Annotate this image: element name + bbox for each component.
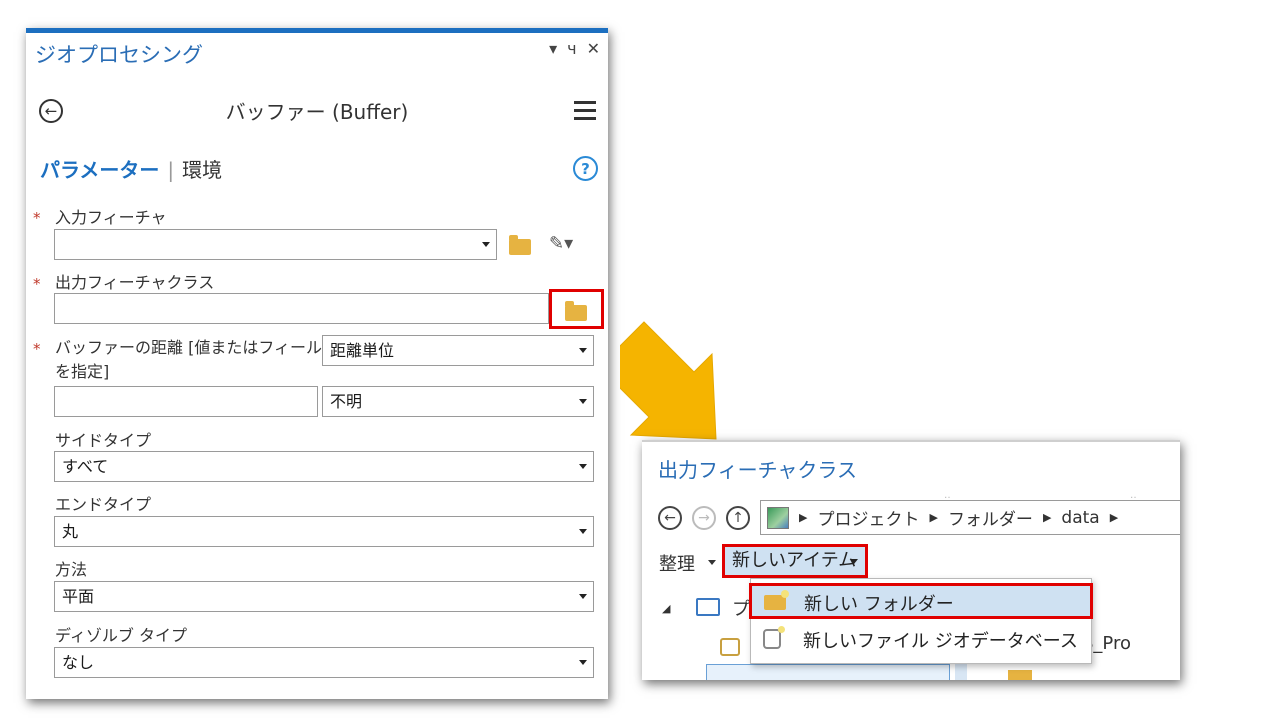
breadcrumb-item[interactable]: フォルダー <box>948 505 1033 530</box>
required-marker: * <box>33 275 41 293</box>
pin-icon[interactable]: ч <box>567 39 576 58</box>
parameter-tabs: パラメーター | 環境 <box>40 154 222 183</box>
tab-parameters[interactable]: パラメーター <box>40 158 159 182</box>
tree-item-project[interactable]: プ <box>732 595 750 621</box>
collapse-icon[interactable]: ◢ <box>662 602 670 615</box>
new-item-label: 新しいアイテム <box>732 550 857 571</box>
breadcrumb[interactable]: ▶ プロジェクト ▶ フォルダー ▶ data ▶ <box>760 500 1180 535</box>
menu-item-new-folder[interactable]: 新しい フォルダー <box>749 583 1093 619</box>
chevron-down-icon <box>579 594 587 599</box>
browse-folder-icon[interactable] <box>509 235 531 255</box>
browse-output-folder-icon[interactable] <box>565 301 587 321</box>
up-icon[interactable]: ↑ <box>726 506 750 530</box>
pane-title: ジオプロセシング <box>35 43 203 67</box>
tool-title: バッファー (Buffer) <box>225 100 409 124</box>
dissolve-type-label: ディゾルブ タイプ <box>55 626 187 645</box>
end-type-dropdown[interactable]: 丸 <box>54 516 594 547</box>
geoprocessing-pane: ジオプロセシング ▾ ч ✕ ← バッファー (Buffer) パラメーター | 環… <box>26 28 608 699</box>
open-folder-icon <box>696 598 720 616</box>
forward-icon[interactable]: → <box>692 506 716 530</box>
menu-item-label: 新しいファイル ジオデータベース <box>803 631 1078 652</box>
output-feature-class-input[interactable] <box>54 293 549 324</box>
chevron-down-icon <box>579 464 587 469</box>
tab-environments[interactable]: 環境 <box>182 158 222 182</box>
side-type-label: サイドタイプ <box>55 431 152 450</box>
pane-options-dropdown-icon[interactable]: ▾ <box>549 39 557 58</box>
chevron-down-icon <box>708 560 716 565</box>
chevron-down-icon <box>850 559 858 564</box>
menu-item-new-file-geodatabase[interactable]: 新しいファイル ジオデータベース <box>751 621 1091 657</box>
close-icon[interactable]: ✕ <box>587 39 600 58</box>
pointer-arrow-icon <box>620 321 717 440</box>
tab-separator: | <box>167 158 175 182</box>
new-folder-icon <box>764 590 789 610</box>
required-marker: * <box>33 340 41 358</box>
side-type-dropdown[interactable]: すべて <box>54 451 594 482</box>
breadcrumb-item[interactable]: data <box>1061 508 1099 528</box>
new-item-button[interactable]: 新しいアイテム <box>722 544 868 578</box>
end-type-label: エンドタイプ <box>55 495 152 514</box>
menu-item-label: 新しい フォルダー <box>804 594 954 615</box>
organize-button[interactable]: 整理 <box>659 550 695 576</box>
method-dropdown[interactable]: 平面 <box>54 581 594 612</box>
required-marker: * <box>33 209 41 227</box>
buffer-distance-label: バッファーの距離 [値またはフィールド <box>55 338 339 357</box>
output-feature-class-dialog: 出力フィーチャクラス ‥ ‥ ← → ↑ ▶ プロジェクト ▶ フォルダー ▶ … <box>642 440 1180 680</box>
pane-controls: ▾ ч ✕ <box>549 39 600 58</box>
chevron-down-icon <box>579 529 587 534</box>
new-geodatabase-icon <box>763 626 785 649</box>
distance-unit-dropdown[interactable]: 不明 <box>322 386 594 417</box>
folder-icon <box>1008 670 1032 680</box>
breadcrumb-separator-icon: ▶ <box>1042 511 1052 524</box>
back-icon[interactable]: ← <box>658 506 682 530</box>
edit-pencil-icon[interactable]: ✎▾ <box>549 233 573 254</box>
chevron-down-icon <box>482 242 490 247</box>
dialog-title: 出力フィーチャクラス <box>658 458 857 482</box>
output-feature-class-label: 出力フィーチャクラス <box>55 273 215 292</box>
breadcrumb-separator-icon: ▶ <box>1109 511 1119 524</box>
breadcrumb-separator-icon: ▶ <box>929 511 938 524</box>
buffer-distance-label-cont: を指定] <box>55 362 110 381</box>
distance-type-dropdown[interactable]: 距離単位 <box>322 335 594 366</box>
method-label: 方法 <box>55 560 88 579</box>
database-icon <box>720 638 740 656</box>
chevron-down-icon <box>579 660 587 665</box>
breadcrumb-item[interactable]: プロジェクト <box>817 505 919 530</box>
distance-value-input[interactable] <box>54 386 318 417</box>
dissolve-type-dropdown[interactable]: なし <box>54 647 594 678</box>
project-icon <box>767 506 789 529</box>
chevron-down-icon <box>579 348 587 353</box>
help-icon[interactable]: ? <box>573 156 598 181</box>
hamburger-menu-icon[interactable] <box>574 101 596 125</box>
tree-item-selected[interactable] <box>706 664 950 680</box>
input-features-label: 入力フィーチャ <box>55 208 167 227</box>
breadcrumb-separator-icon: ▶ <box>799 511 808 524</box>
new-item-menu: 新しい フォルダー 新しいファイル ジオデータベース <box>749 578 1093 664</box>
input-features-dropdown[interactable] <box>54 229 497 260</box>
chevron-down-icon <box>579 399 587 404</box>
